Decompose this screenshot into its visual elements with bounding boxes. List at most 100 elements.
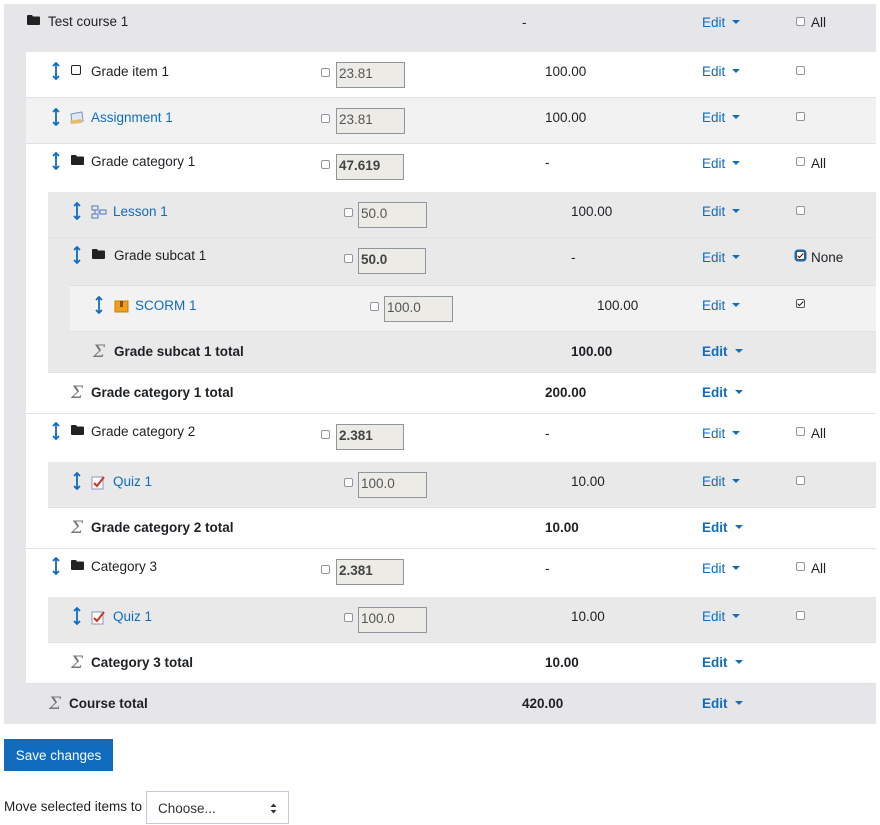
move-handle-icon[interactable] [72, 246, 82, 264]
select-none-checkbox[interactable] [796, 251, 805, 260]
edit-menu[interactable]: Edit [702, 344, 743, 360]
weight-override-checkbox[interactable] [370, 302, 379, 311]
edit-menu[interactable]: Edit [702, 298, 741, 314]
weight-input[interactable]: 2.381 [336, 424, 404, 450]
category-name: Grade category 1 [91, 154, 196, 169]
edit-menu[interactable]: Edit [702, 250, 741, 266]
weight-override-checkbox[interactable] [344, 208, 353, 217]
save-changes-button[interactable]: Save changes [4, 739, 113, 771]
sigma-icon: Σ [71, 653, 84, 673]
total-name: Course total [69, 696, 148, 711]
weight-input[interactable]: 23.81 [336, 62, 405, 88]
weight-input[interactable]: 100.0 [358, 472, 427, 498]
edit-menu[interactable]: Edit [702, 385, 743, 401]
max-grade: 10.00 [571, 609, 605, 624]
quiz-icon [91, 476, 105, 490]
select-all-label[interactable]: All [811, 426, 826, 442]
weight-override-checkbox[interactable] [344, 613, 353, 622]
course-weight: - [522, 15, 527, 30]
move-handle-icon[interactable] [51, 62, 61, 80]
edit-menu[interactable]: Edit [702, 609, 741, 625]
assignment-icon [70, 111, 84, 124]
row-bg-quiz1 [48, 462, 876, 508]
quiz-link[interactable]: Quiz 1 [113, 474, 152, 490]
edit-menu[interactable]: Edit [702, 520, 743, 536]
edit-menu[interactable]: Edit [702, 426, 741, 442]
weight-override-checkbox[interactable] [344, 478, 353, 487]
folder-icon [71, 560, 84, 570]
weight-input[interactable]: 23.81 [336, 108, 405, 134]
edit-menu[interactable]: Edit [702, 110, 741, 126]
grade-item-name: Grade item 1 [91, 64, 170, 79]
move-handle-icon[interactable] [51, 422, 61, 440]
max-grade: - [545, 426, 550, 441]
select-item-checkbox[interactable] [796, 476, 805, 485]
sigma-icon: Σ [93, 342, 106, 362]
weight-input[interactable]: 100.0 [384, 296, 453, 322]
max-grade: 10.00 [571, 474, 605, 489]
move-items-label: Move selected items to [4, 799, 143, 814]
select-all-checkbox[interactable] [796, 427, 805, 436]
weight-input[interactable]: 100.0 [358, 607, 427, 633]
weight-override-checkbox[interactable] [321, 565, 330, 574]
select-item-checkbox[interactable] [796, 112, 805, 121]
select-all-checkbox[interactable] [796, 17, 805, 26]
edit-menu[interactable]: Edit [702, 655, 743, 671]
edit-menu[interactable]: Edit [702, 156, 741, 172]
category-name: Category 3 [91, 559, 158, 574]
weight-input[interactable]: 47.619 [336, 154, 404, 180]
weight-override-checkbox[interactable] [321, 114, 330, 123]
move-handle-icon[interactable] [94, 296, 104, 314]
move-target-select[interactable]: Choose... [146, 791, 289, 824]
total-name: Category 3 total [91, 655, 194, 670]
move-handle-icon[interactable] [72, 607, 82, 625]
select-all-label[interactable]: All [811, 156, 826, 172]
weight-override-checkbox[interactable] [344, 254, 353, 263]
select-all-label[interactable]: All [811, 15, 826, 31]
max-grade: 100.00 [571, 344, 613, 359]
scorm-package-icon [114, 300, 129, 313]
quiz-link[interactable]: Quiz 1 [113, 609, 152, 625]
weight-override-checkbox[interactable] [321, 160, 330, 169]
edit-menu[interactable]: Edit [702, 696, 743, 712]
select-item-checkbox[interactable] [796, 206, 805, 215]
move-handle-icon[interactable] [72, 202, 82, 220]
weight-input[interactable]: 50.0 [358, 202, 427, 228]
grade-item-icon [71, 65, 81, 75]
select-none-label[interactable]: None [811, 250, 843, 266]
move-handle-icon[interactable] [51, 152, 61, 170]
edit-menu[interactable]: Edit [702, 561, 741, 577]
select-all-label[interactable]: All [811, 561, 826, 577]
max-grade: 100.00 [545, 110, 587, 125]
edit-menu-course[interactable]: Edit [702, 15, 741, 31]
select-item-checkbox[interactable] [796, 66, 805, 75]
weight-override-checkbox[interactable] [321, 68, 330, 77]
sigma-icon: Σ [71, 518, 84, 538]
max-grade: - [571, 250, 576, 265]
max-grade: 420.00 [522, 696, 564, 711]
move-handle-icon[interactable] [72, 472, 82, 490]
select-item-checkbox[interactable] [796, 299, 805, 308]
row-bg-quiz2 [48, 597, 876, 643]
edit-menu[interactable]: Edit [702, 64, 741, 80]
weight-input[interactable]: 2.381 [336, 559, 404, 585]
select-all-checkbox[interactable] [796, 157, 805, 166]
folder-icon [71, 155, 84, 165]
assignment-link[interactable]: Assignment 1 [91, 110, 173, 126]
weight-override-checkbox[interactable] [321, 430, 330, 439]
move-target-value: Choose... [158, 801, 216, 816]
total-name: Grade category 2 total [91, 520, 234, 535]
move-handle-icon[interactable] [51, 557, 61, 575]
weight-input[interactable]: 50.0 [358, 248, 426, 274]
move-handle-icon[interactable] [51, 108, 61, 126]
folder-icon [27, 15, 40, 25]
select-item-checkbox[interactable] [796, 611, 805, 620]
category-name: Grade subcat 1 [114, 248, 207, 263]
sigma-icon: Σ [71, 383, 84, 403]
scorm-link[interactable]: SCORM 1 [135, 298, 197, 314]
edit-menu[interactable]: Edit [702, 474, 741, 490]
folder-icon [71, 425, 84, 435]
select-all-checkbox[interactable] [796, 562, 805, 571]
lesson-link[interactable]: Lesson 1 [113, 204, 168, 220]
edit-menu[interactable]: Edit [702, 204, 741, 220]
